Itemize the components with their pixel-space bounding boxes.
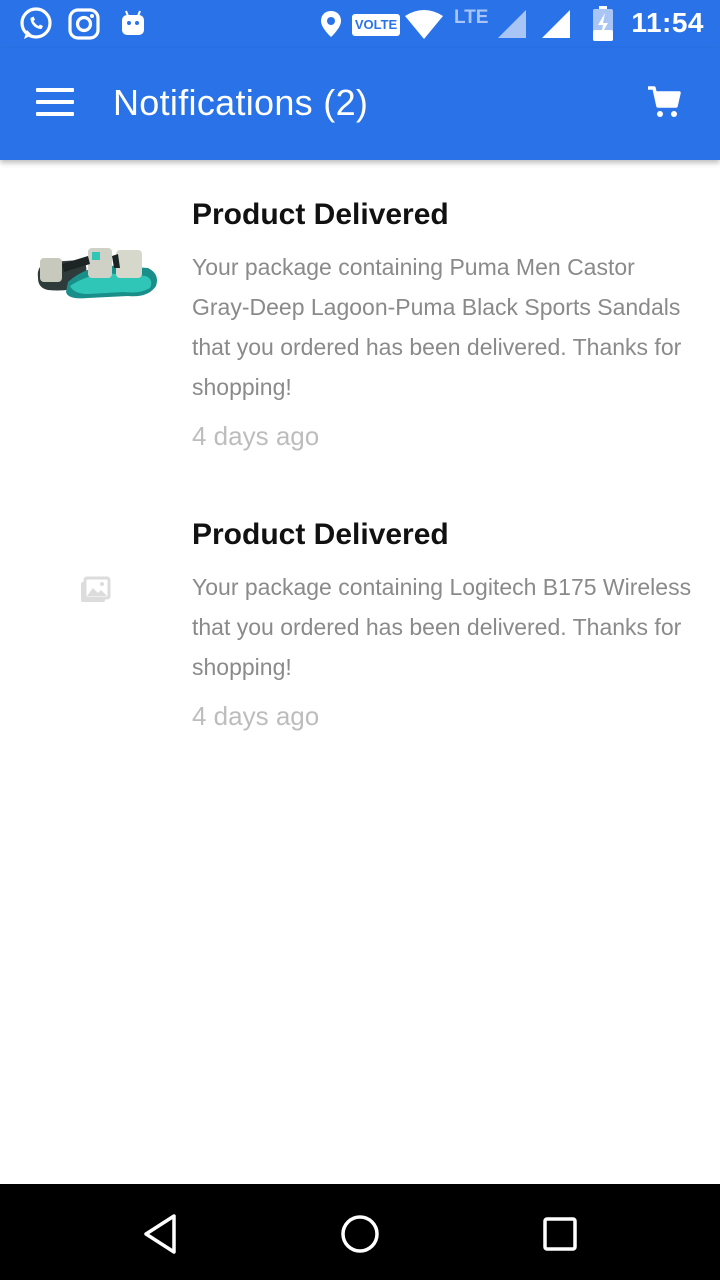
signal-icon [540,8,572,45]
notification-item[interactable]: Product Delivered Your package containin… [0,510,720,760]
status-bar: VOLTE LTE 11:54 [0,0,720,48]
wifi-icon [404,10,444,45]
recents-icon[interactable] [536,1210,584,1258]
back-icon[interactable] [136,1210,184,1258]
system-nav-bar [0,1184,720,1280]
volte-icon: VOLTE [352,14,400,36]
app-bar: Notifications (2) [0,48,720,160]
notification-time: 4 days ago [192,701,320,731]
battery-charging-icon [592,6,614,47]
image-placeholder-icon [28,570,162,660]
android-icon [120,9,146,42]
page-title: Notifications (2) [113,82,369,123]
sandal-image [28,234,162,324]
status-time: 11:54 [631,7,704,38]
lte-signal-icon [496,8,528,45]
notification-body: Your package containing Puma Men Castor … [192,254,682,400]
whatsapp-icon [18,6,54,47]
hamburger-menu-icon[interactable] [36,88,76,120]
lte-label: LTE [454,7,489,28]
notification-body: Your package containing Logitech B175 Wi… [192,574,692,680]
notification-time: 4 days ago [192,421,320,451]
cart-icon[interactable] [646,84,686,124]
instagram-icon [68,8,100,45]
notification-item[interactable]: Product Delivered Your package containin… [0,190,720,480]
location-icon [320,10,342,43]
home-icon[interactable] [336,1210,384,1258]
notification-title: Product Delivered [192,518,449,551]
notification-title: Product Delivered [192,198,449,231]
